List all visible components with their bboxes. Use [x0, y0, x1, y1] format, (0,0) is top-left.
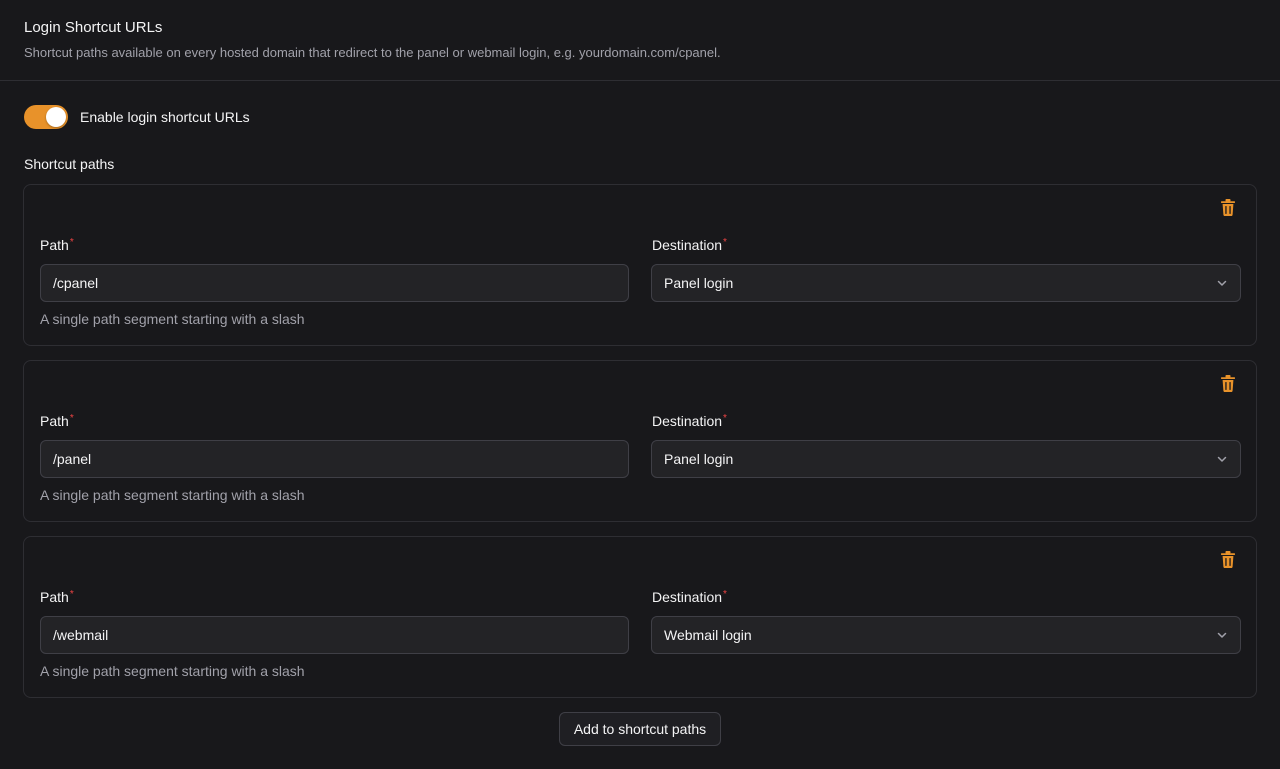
destination-value: Panel login: [664, 451, 734, 467]
destination-label: Destination*: [652, 589, 727, 605]
shortcut-card: Path* Destination* /cpanel Panel login A…: [23, 184, 1257, 346]
chevron-down-icon: [1217, 632, 1227, 638]
path-label: Path*: [40, 237, 74, 253]
destination-value: Webmail login: [664, 627, 752, 643]
destination-select[interactable]: Panel login: [651, 264, 1241, 302]
delete-shortcut-button[interactable]: [1218, 197, 1238, 217]
required-marker: *: [69, 237, 74, 248]
delete-shortcut-button[interactable]: [1218, 373, 1238, 393]
required-marker: *: [723, 237, 727, 248]
trash-icon: [1221, 198, 1235, 216]
section-description: Shortcut paths available on every hosted…: [24, 45, 721, 60]
destination-label: Destination*: [652, 413, 727, 429]
enable-shortcuts-label: Enable login shortcut URLs: [80, 109, 250, 125]
required-marker: *: [69, 589, 74, 600]
toggle-knob: [46, 107, 66, 127]
shortcut-card: Path* Destination* /webmail Webmail logi…: [23, 536, 1257, 698]
required-marker: *: [723, 413, 727, 424]
delete-shortcut-button[interactable]: [1218, 549, 1238, 569]
chevron-down-icon: [1217, 456, 1227, 462]
trash-icon: [1221, 374, 1235, 392]
add-shortcut-path-button[interactable]: Add to shortcut paths: [559, 712, 721, 746]
enable-shortcuts-toggle[interactable]: [24, 105, 68, 129]
destination-label: Destination*: [652, 237, 727, 253]
path-label: Path*: [40, 413, 74, 429]
required-marker: *: [723, 589, 727, 600]
destination-select[interactable]: Panel login: [651, 440, 1241, 478]
path-hint: A single path segment starting with a sl…: [40, 487, 305, 503]
section-title: Login Shortcut URLs: [24, 19, 163, 36]
destination-value: Panel login: [664, 275, 734, 291]
path-input[interactable]: /webmail: [40, 616, 629, 654]
shortcut-card: Path* Destination* /panel Panel login A …: [23, 360, 1257, 522]
enable-toggle-row: Enable login shortcut URLs: [24, 105, 250, 129]
shortcut-paths-label: Shortcut paths: [24, 156, 115, 172]
path-label: Path*: [40, 589, 74, 605]
required-marker: *: [69, 413, 74, 424]
trash-icon: [1221, 550, 1235, 568]
path-input[interactable]: /cpanel: [40, 264, 629, 302]
path-input[interactable]: /panel: [40, 440, 629, 478]
section-header: Login Shortcut URLs Shortcut paths avail…: [0, 0, 1280, 81]
destination-select[interactable]: Webmail login: [651, 616, 1241, 654]
path-hint: A single path segment starting with a sl…: [40, 311, 305, 327]
chevron-down-icon: [1217, 280, 1227, 286]
path-hint: A single path segment starting with a sl…: [40, 663, 305, 679]
